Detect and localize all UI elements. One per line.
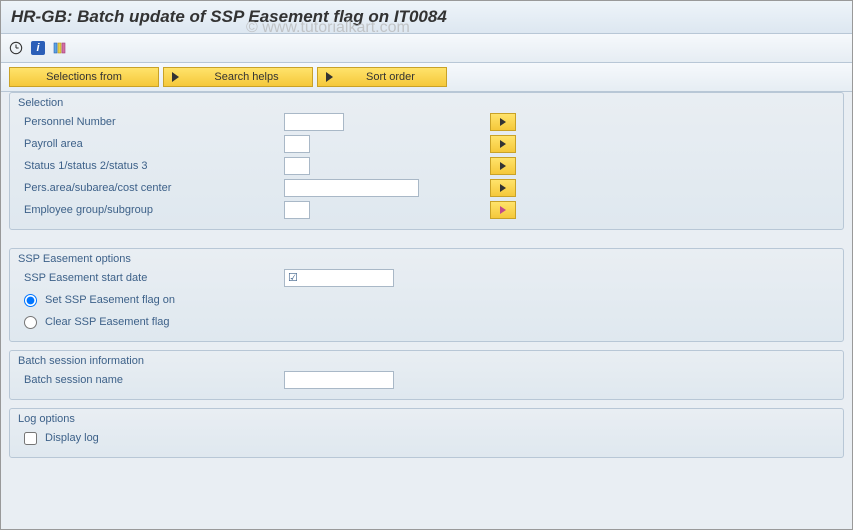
sort-order-label: Sort order — [343, 71, 438, 83]
content-area: Selection Personnel Number Payroll area — [1, 92, 852, 530]
pers-area-input[interactable] — [284, 179, 419, 197]
personnel-number-label: Personnel Number — [18, 116, 284, 128]
emp-group-label: Employee group/subgroup — [18, 204, 284, 216]
group-ssp-title: SSP Easement options — [10, 249, 843, 267]
pers-area-multiselect-button[interactable] — [490, 179, 516, 197]
payroll-area-multiselect-button[interactable] — [490, 135, 516, 153]
arrow-right-icon — [500, 184, 506, 192]
sort-order-button[interactable]: Sort order — [317, 67, 447, 87]
group-selection: Selection Personnel Number Payroll area — [9, 92, 844, 230]
group-ssp: SSP Easement options SSP Easement start … — [9, 248, 844, 342]
search-helps-button[interactable]: Search helps — [163, 67, 313, 87]
ssp-set-on-radio-input[interactable] — [24, 294, 37, 307]
status-multiselect-button[interactable] — [490, 157, 516, 175]
variant-icon[interactable] — [51, 39, 69, 57]
group-batch: Batch session information Batch session … — [9, 350, 844, 400]
arrow-right-icon — [500, 118, 506, 126]
arrow-right-icon — [172, 72, 179, 82]
search-helps-label: Search helps — [189, 71, 304, 83]
group-log: Log options Display log — [9, 408, 844, 458]
payroll-area-input[interactable] — [284, 135, 310, 153]
status-input[interactable] — [284, 157, 310, 175]
group-selection-title: Selection — [10, 93, 843, 111]
ssp-set-on-label: Set SSP Easement flag on — [45, 294, 175, 306]
ssp-clear-radio-input[interactable] — [24, 316, 37, 329]
ssp-set-on-radio[interactable]: Set SSP Easement flag on — [10, 289, 843, 311]
batch-session-name-label: Batch session name — [18, 374, 284, 386]
standard-toolbar: i — [1, 34, 852, 63]
emp-group-multiselect-button[interactable] — [490, 201, 516, 219]
display-log-checkbox[interactable]: Display log — [10, 427, 843, 449]
display-log-checkbox-input[interactable] — [24, 432, 37, 445]
payroll-area-label: Payroll area — [18, 138, 284, 150]
arrow-right-icon — [326, 72, 333, 82]
selections-from-button[interactable]: Selections from — [9, 67, 159, 87]
status-label: Status 1/status 2/status 3 — [18, 160, 284, 172]
group-batch-title: Batch session information — [10, 351, 843, 369]
arrow-right-icon — [500, 140, 506, 148]
program-info-icon[interactable]: i — [29, 39, 47, 57]
execute-icon[interactable] — [7, 39, 25, 57]
arrow-right-icon — [500, 162, 506, 170]
ssp-start-date-label: SSP Easement start date — [18, 272, 284, 284]
personnel-number-input[interactable] — [284, 113, 344, 131]
arrow-right-icon — [500, 206, 506, 214]
ssp-clear-label: Clear SSP Easement flag — [45, 316, 170, 328]
personnel-number-multiselect-button[interactable] — [490, 113, 516, 131]
page-title: HR-GB: Batch update of SSP Easement flag… — [11, 7, 447, 26]
pers-area-label: Pers.area/subarea/cost center — [18, 182, 284, 194]
group-log-title: Log options — [10, 409, 843, 427]
ssp-start-date-input[interactable] — [284, 269, 394, 287]
display-log-label: Display log — [45, 432, 99, 444]
selections-from-label: Selections from — [46, 71, 122, 83]
emp-group-input[interactable] — [284, 201, 310, 219]
batch-session-name-input[interactable] — [284, 371, 394, 389]
application-toolbar: Selections from Search helps Sort order — [1, 63, 852, 92]
ssp-clear-radio[interactable]: Clear SSP Easement flag — [10, 311, 843, 333]
title-bar: HR-GB: Batch update of SSP Easement flag… — [1, 1, 852, 34]
